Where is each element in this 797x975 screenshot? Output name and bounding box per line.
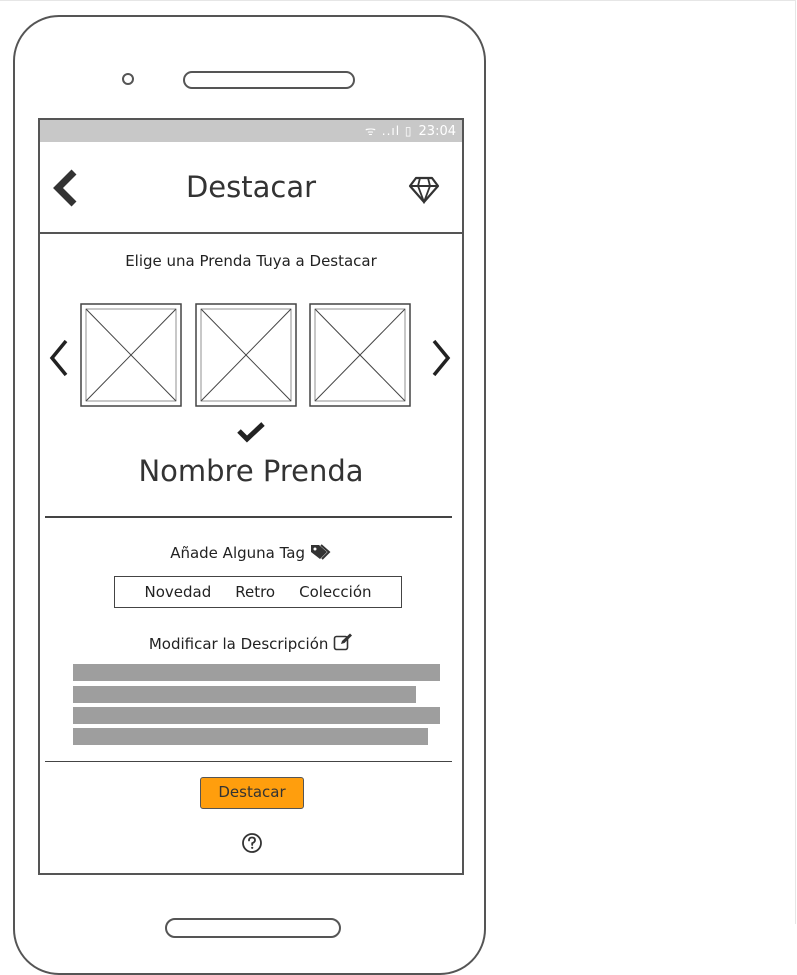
add-tag-text: Añade Alguna Tag	[170, 544, 305, 562]
page-title: Destacar	[185, 170, 317, 204]
tag-list: Novedad Retro Colección	[114, 576, 402, 608]
status-time: 23:04	[418, 124, 456, 139]
canvas-right-border	[795, 0, 796, 924]
home-button[interactable]	[165, 918, 341, 938]
signal-icons: ᯤ ..ıl ▯	[365, 124, 413, 138]
item-thumbnail[interactable]	[195, 303, 297, 407]
item-thumbnail[interactable]	[80, 303, 182, 407]
phone-screen: ᯤ ..ıl ▯ 23:04 Destacar Elige una Prenda …	[38, 118, 464, 875]
destacar-button[interactable]: Destacar	[200, 777, 304, 809]
add-tag-label: Añade Alguna Tag	[40, 544, 462, 562]
carousel-next-icon[interactable]	[430, 338, 452, 382]
camera-icon	[122, 73, 134, 85]
check-icon	[235, 420, 267, 448]
edit-icon[interactable]	[333, 633, 353, 653]
diamond-icon[interactable]	[408, 176, 440, 208]
speaker-grille	[183, 71, 355, 89]
tag-item[interactable]: Novedad	[144, 583, 211, 601]
choose-item-label: Elige una Prenda Tuya a Destacar	[125, 252, 377, 270]
canvas-top-border	[0, 0, 796, 1]
edit-description-label: Modificar la Descripción	[40, 633, 462, 653]
description-text-line[interactable]	[73, 664, 440, 681]
question-circle-icon[interactable]	[241, 832, 263, 858]
tag-item[interactable]: Colección	[299, 583, 371, 601]
description-text-line[interactable]	[73, 728, 428, 745]
tags-icon	[310, 544, 332, 562]
description-text-line[interactable]	[73, 686, 416, 703]
status-bar: ᯤ ..ıl ▯ 23:04	[40, 120, 462, 142]
app-header: Destacar	[40, 142, 462, 234]
divider	[45, 516, 452, 518]
edit-description-text: Modificar la Descripción	[148, 635, 329, 653]
divider	[45, 761, 452, 762]
carousel-prev-icon[interactable]	[48, 338, 70, 382]
tag-item[interactable]: Retro	[235, 583, 275, 601]
item-thumbnail[interactable]	[309, 303, 411, 407]
description-text-line[interactable]	[73, 707, 440, 724]
item-name: Nombre Prenda	[138, 454, 364, 488]
